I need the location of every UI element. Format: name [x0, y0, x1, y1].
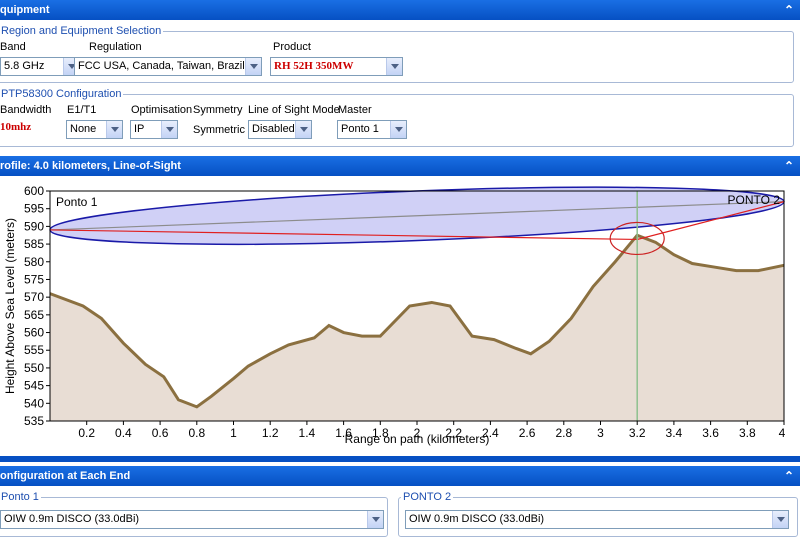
y-tick-label: 540 — [24, 396, 44, 410]
product-select[interactable]: RH 52H 350MW — [270, 57, 403, 76]
equipment-panel-header[interactable]: quipment ⌃ — [0, 0, 800, 20]
terrain-area — [50, 235, 784, 421]
x-tick-label: 4 — [779, 426, 786, 440]
config-each-end-panel-header[interactable]: onfiguration at Each End ⌃ — [0, 466, 800, 486]
collapse-chevron-icon[interactable]: ⌃ — [784, 0, 794, 20]
los-mode-select[interactable]: Disabled — [248, 120, 312, 139]
bandwidth-value[interactable]: 10mhz — [0, 121, 31, 133]
optimisation-value: IP — [134, 123, 145, 135]
x-tick-label: 0.2 — [78, 426, 95, 440]
y-tick-label: 575 — [24, 272, 44, 286]
master-select[interactable]: Ponto 1 — [337, 120, 407, 139]
x-tick-label: 0.6 — [152, 426, 169, 440]
collapse-chevron-icon[interactable]: ⌃ — [784, 156, 794, 176]
chevron-down-icon[interactable] — [295, 121, 311, 138]
e1t1-label: E1/T1 — [67, 104, 97, 116]
e1t1-select[interactable]: None — [66, 120, 123, 139]
los-mode-value: Disabled — [252, 123, 295, 135]
x-axis-title: Range on path (kilometers) — [345, 432, 490, 446]
y-tick-label: 570 — [24, 290, 44, 304]
end2-antenna-value: OIW 0.9m DISCO (33.0dBi) — [409, 513, 545, 525]
regulation-select[interactable]: FCC USA, Canada, Taiwan, Brazil — [74, 57, 262, 76]
chevron-down-icon[interactable] — [367, 511, 383, 528]
path-profile-chart: 0.2 0.4 0.6 0.8 1 1.2 1.4 1.6 1.8 2 2.2 2.4 2.6 2.8 3 3… — [3, 184, 786, 446]
y-axis-title: Height Above Sea Level (meters) — [3, 218, 17, 394]
x-tick-label: 3.4 — [666, 426, 683, 440]
y-tick-label: 595 — [24, 202, 44, 216]
config-group-title: PTP58300 Configuration — [0, 88, 124, 100]
chevron-down-icon[interactable] — [390, 121, 406, 138]
x-tick-label: 3.2 — [629, 426, 646, 440]
left-site-label: Ponto 1 — [56, 195, 98, 209]
chevron-down-icon[interactable] — [772, 511, 788, 528]
optimisation-label: Optimisation — [131, 104, 193, 116]
y-tick-label: 600 — [24, 184, 44, 198]
x-tick-label: 1.4 — [299, 426, 316, 440]
end1-title: Ponto 1 — [0, 491, 41, 503]
regulation-label: Regulation — [89, 41, 142, 53]
chevron-down-icon[interactable] — [106, 121, 122, 138]
symmetry-label: Symmetry — [193, 104, 243, 116]
collapse-chevron-icon[interactable]: ⌃ — [784, 466, 794, 486]
x-tick-label: 2.6 — [519, 426, 536, 440]
los-mode-label: Line of Sight Mode — [248, 104, 340, 116]
master-label: Master — [338, 104, 372, 116]
x-tick-label: 0.4 — [115, 426, 132, 440]
optimisation-select[interactable]: IP — [130, 120, 178, 139]
y-tick-label: 550 — [24, 361, 44, 375]
chevron-down-icon[interactable] — [161, 121, 177, 138]
x-tick-label: 1 — [230, 426, 237, 440]
master-value: Ponto 1 — [341, 123, 379, 135]
equipment-header-title: quipment — [0, 4, 50, 16]
product-value: RH 52H 350MW — [274, 60, 354, 72]
y-tick-label: 580 — [24, 255, 44, 269]
x-tick-label: 2.8 — [555, 426, 572, 440]
right-site-label: PONTO 2 — [728, 193, 781, 207]
band-select[interactable]: 5.8 GHz — [0, 57, 80, 76]
regulation-value: FCC USA, Canada, Taiwan, Brazil — [78, 60, 245, 72]
x-tick-label: 1.2 — [262, 426, 279, 440]
band-label: Band — [0, 41, 26, 53]
end1-antenna-value: OIW 0.9m DISCO (33.0dBi) — [4, 513, 140, 525]
x-tick-label: 0.8 — [188, 426, 205, 440]
y-tick-label: 555 — [24, 343, 44, 357]
profile-header-title: rofile: 4.0 kilometers, Line-of-Sight — [0, 160, 181, 172]
end1-antenna-select[interactable]: OIW 0.9m DISCO (33.0dBi) — [0, 510, 384, 529]
y-tick-label: 585 — [24, 237, 44, 251]
panel-separator — [0, 456, 800, 462]
chevron-down-icon[interactable] — [245, 58, 261, 75]
end2-title: PONTO 2 — [401, 491, 454, 503]
product-label: Product — [273, 41, 311, 53]
y-tick-label: 590 — [24, 219, 44, 233]
x-tick-label: 3.6 — [702, 426, 719, 440]
profile-panel-header[interactable]: rofile: 4.0 kilometers, Line-of-Sight ⌃ — [0, 156, 800, 176]
band-value: 5.8 GHz — [4, 60, 45, 72]
y-tick-label: 560 — [24, 326, 44, 340]
bandwidth-label: Bandwidth — [0, 104, 52, 116]
x-tick-label: 3.8 — [739, 426, 756, 440]
y-tick-label: 535 — [24, 414, 44, 428]
symmetry-value: Symmetric — [193, 124, 245, 136]
y-tick-label: 565 — [24, 308, 44, 322]
chevron-down-icon[interactable] — [386, 58, 402, 75]
config-each-end-title: onfiguration at Each End — [0, 470, 131, 482]
fresnel-zone — [49, 186, 785, 246]
x-tick-label: 3 — [597, 426, 604, 440]
end2-antenna-select[interactable]: OIW 0.9m DISCO (33.0dBi) — [405, 510, 789, 529]
e1t1-value: None — [70, 123, 97, 135]
y-tick-label: 545 — [24, 379, 44, 393]
region-group-title: Region and Equipment Selection — [0, 25, 164, 37]
